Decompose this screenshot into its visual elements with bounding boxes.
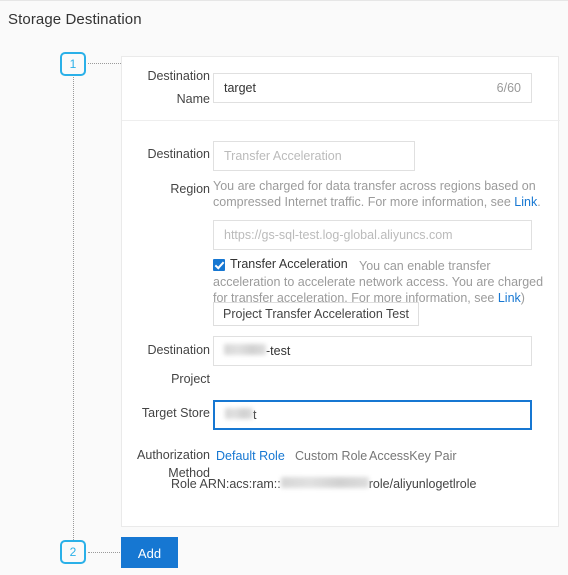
checkbox-checked-icon[interactable]	[213, 259, 225, 271]
destination-name-label-line2: Name	[176, 92, 210, 106]
transfer-acceleration-help-link[interactable]: Link	[498, 291, 521, 305]
region-help-line2-suffix: .	[537, 195, 541, 209]
destination-region-label-line1: Destination	[147, 147, 210, 161]
destination-region-label-line2: Region	[170, 182, 210, 196]
target-store-value-suffix: t	[253, 408, 257, 422]
transfer-acceleration-help-line1: You can enable transfer	[359, 259, 491, 273]
card-section-divider	[122, 120, 560, 121]
project-transfer-acceleration-test-button[interactable]: Project Transfer Acceleration Test	[213, 302, 419, 326]
storage-destination-card: Destination Name target 6/60 Destination…	[121, 56, 560, 527]
region-help-line2-prefix: compressed Internet traffic. For more in…	[213, 195, 515, 209]
top-divider	[0, 0, 568, 1]
step-badge-1: 1	[60, 52, 86, 76]
step-1-connector	[88, 63, 121, 64]
destination-region-select[interactable]: Transfer Acceleration	[213, 141, 415, 171]
endpoint-input[interactable]: https://gs-sql-test.log-global.aliyuncs.…	[213, 220, 532, 250]
destination-region-placeholder: Transfer Acceleration	[224, 149, 342, 163]
role-arn-suffix: role/aliyunlogetlrole	[368, 477, 477, 491]
transfer-acceleration-help-line2: acceleration to accelerate network acces…	[213, 275, 544, 289]
destination-project-redacted	[224, 344, 266, 355]
add-button[interactable]: Add	[121, 537, 178, 568]
target-store-input[interactable]: t	[213, 400, 532, 430]
destination-name-counter: 6/60	[496, 81, 521, 95]
destination-project-label-line2: Project	[171, 372, 210, 386]
endpoint-placeholder: https://gs-sql-test.log-global.aliyuncs.…	[224, 228, 453, 242]
step-badge-2: 2	[60, 540, 86, 564]
destination-name-label-line1: Destination	[147, 69, 210, 83]
destination-project-label-line1: Destination	[147, 343, 210, 357]
target-store-label: Target Store	[141, 406, 210, 420]
transfer-acceleration-help-line3-suffix: )	[520, 291, 525, 305]
role-arn-prefix: Role ARN:acs:ram::	[171, 477, 281, 491]
auth-tab-custom-role[interactable]: Custom Role	[295, 449, 367, 463]
step-2-connector	[88, 552, 120, 553]
role-arn-line: Role ARN:acs:ram:: role/aliyunlogetlrole	[171, 477, 476, 491]
page-title: Storage Destination	[8, 11, 142, 28]
step-vertical-connector	[73, 77, 74, 540]
auth-tab-default-role[interactable]: Default Role	[216, 449, 285, 463]
role-arn-redacted	[280, 477, 369, 488]
transfer-acceleration-label: Transfer Acceleration	[230, 257, 348, 271]
authorization-method-label-line1: Authorization	[137, 448, 210, 462]
auth-tab-accesskey-pair[interactable]: AccessKey Pair	[369, 449, 457, 463]
destination-project-value-suffix: -test	[266, 344, 291, 358]
destination-project-input[interactable]: -test	[213, 336, 532, 366]
destination-name-input[interactable]: target 6/60	[213, 73, 532, 103]
region-help-text: You are charged for data transfer across…	[213, 178, 558, 210]
region-help-link[interactable]: Link	[514, 195, 537, 209]
region-help-line1: You are charged for data transfer across…	[213, 179, 536, 193]
target-store-redacted	[225, 408, 253, 419]
destination-name-value: target	[224, 81, 256, 95]
